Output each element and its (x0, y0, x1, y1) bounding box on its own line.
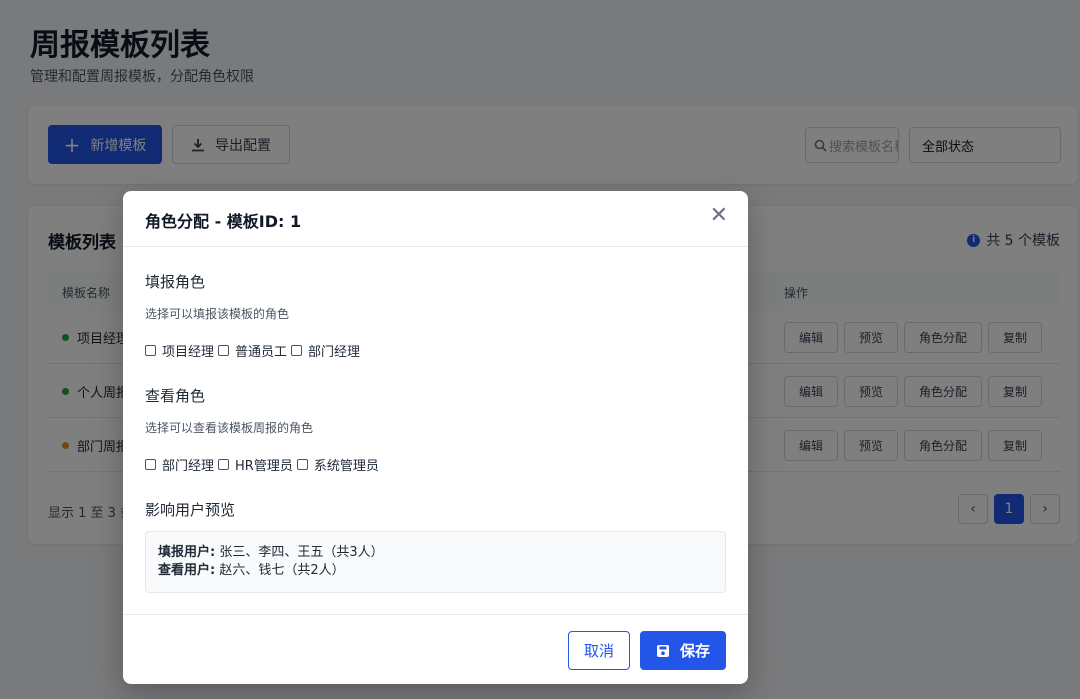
view-role-checkbox[interactable]: HR管理员 (218, 455, 293, 474)
fill-users-line: 填报用户: 张三、李四、王五（共3人） (158, 544, 713, 562)
fill-users-label: 填报用户: (158, 545, 216, 560)
fill-role-checkbox[interactable]: 部门经理 (291, 341, 360, 360)
view-role-label: 部门经理 (162, 459, 215, 474)
checkbox-icon (218, 345, 230, 356)
role-assignment-dialog: 角色分配 - 模板ID: 1 ✕ 填报角色 选择可以填报该模板的角色 项目经理 … (123, 191, 748, 684)
view-users-line: 查看用户: 赵六、钱七（共2人） (158, 562, 713, 580)
save-label: 保存 (679, 642, 710, 660)
dialog-header: 角色分配 - 模板ID: 1 ✕ (123, 191, 748, 247)
fill-roles-title: 填报角色 (145, 273, 206, 291)
dialog-footer: 取消 保存 (123, 614, 748, 684)
view-role-checkbox[interactable]: 部门经理 (145, 455, 214, 474)
fill-role-label: 普通员工 (235, 345, 288, 360)
checkbox-icon (291, 345, 303, 356)
close-icon[interactable]: ✕ (710, 205, 728, 227)
view-role-checkbox[interactable]: 系统管理员 (296, 455, 379, 474)
fill-role-checkbox[interactable]: 项目经理 (145, 341, 214, 360)
view-roles-title: 查看角色 (145, 387, 206, 405)
cancel-button[interactable]: 取消 (568, 631, 630, 670)
fill-role-label: 部门经理 (308, 345, 361, 360)
save-icon (656, 644, 669, 657)
checkbox-icon (145, 459, 156, 470)
view-role-label: 系统管理员 (313, 459, 379, 474)
fill-roles-desc: 选择可以填报该模板的角色 (145, 307, 290, 321)
preview-title: 影响用户预览 (145, 501, 236, 519)
view-users-value: 赵六、钱七（共2人） (219, 563, 345, 578)
view-users-label: 查看用户: (158, 563, 216, 578)
affected-users-preview: 填报用户: 张三、李四、王五（共3人） 查看用户: 赵六、钱七（共2人） (145, 531, 726, 593)
view-roles-options: 部门经理 HR管理员 系统管理员 (145, 455, 379, 474)
dialog-title: 角色分配 - 模板ID: 1 (145, 212, 302, 231)
view-roles-desc: 选择可以查看该模板周报的角色 (145, 421, 314, 435)
checkbox-icon (218, 459, 230, 470)
save-button[interactable]: 保存 (640, 631, 726, 670)
checkbox-icon (296, 459, 308, 470)
fill-roles-options: 项目经理 普通员工 部门经理 (145, 341, 360, 360)
view-role-label: HR管理员 (235, 459, 293, 474)
fill-role-checkbox[interactable]: 普通员工 (218, 341, 287, 360)
fill-users-value: 张三、李四、王五（共3人） (219, 545, 384, 560)
checkbox-icon (145, 345, 156, 356)
fill-role-label: 项目经理 (162, 345, 215, 360)
